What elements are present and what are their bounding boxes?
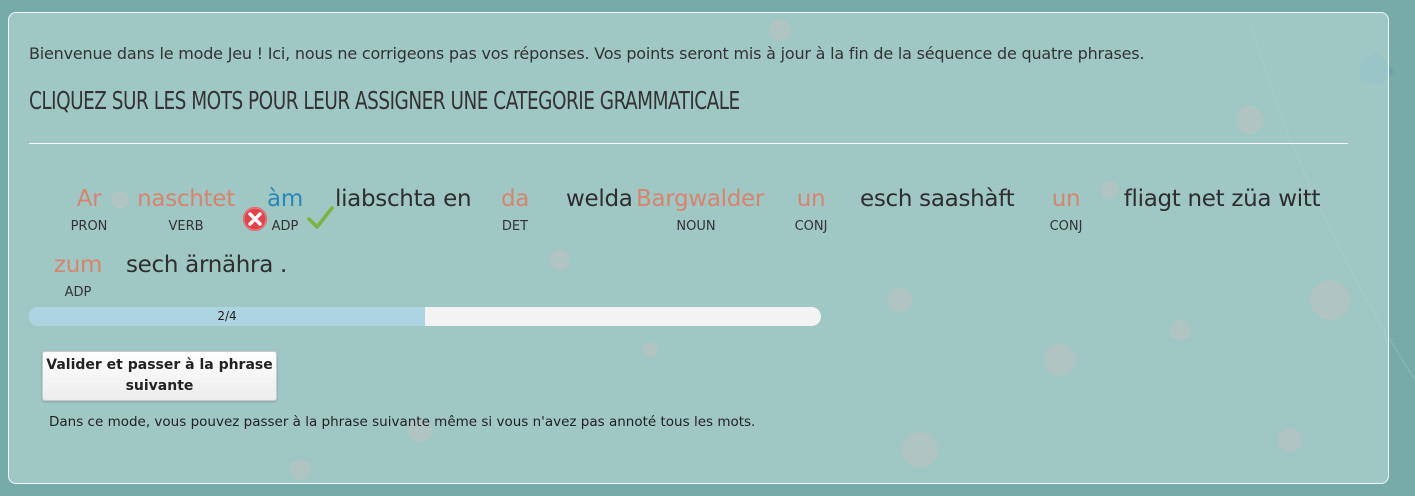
- word-text: un: [1051, 186, 1081, 212]
- word-text: esch saashàft: [860, 186, 1015, 212]
- word-token[interactable]: fliagt net züa witt: [1118, 185, 1326, 213]
- confirm-tag-icon[interactable]: [306, 204, 334, 232]
- remove-tag-icon[interactable]: [242, 206, 268, 232]
- word-text: fliagt net züa witt: [1123, 186, 1321, 212]
- word-token[interactable]: naschtet VERB: [133, 185, 239, 235]
- validate-button-label: Valider et passer à la phrase: [46, 357, 273, 373]
- word-token[interactable]: zum ADP: [50, 251, 106, 301]
- progress-bar: 2/4: [29, 307, 821, 326]
- progress-label: 2/4: [217, 309, 237, 323]
- word-text: liabschta en: [335, 186, 472, 212]
- word-text: Ar: [76, 186, 102, 212]
- word-token[interactable]: Ar PRON: [61, 185, 117, 235]
- word-category-label: NOUN: [676, 219, 716, 234]
- word-token[interactable]: welda: [566, 185, 633, 213]
- divider: [29, 143, 1348, 144]
- word-text: un: [796, 186, 826, 212]
- word-token[interactable]: sech ärnähra .: [126, 251, 288, 279]
- word-token[interactable]: Bargwalder NOUN: [636, 185, 765, 235]
- word-category-label: CONJ: [1049, 219, 1083, 234]
- word-token[interactable]: esch saashàft: [860, 185, 1015, 213]
- word-token[interactable]: un CONJ: [1041, 185, 1091, 235]
- validate-next-button[interactable]: Valider et passer à la phrase suivante: [42, 351, 277, 401]
- word-token[interactable]: liabschta en: [335, 185, 472, 213]
- word-text: naschtet: [137, 186, 235, 212]
- word-text: welda: [566, 186, 633, 212]
- word-category-label: ADP: [64, 285, 92, 300]
- word-category-label: DET: [501, 219, 529, 234]
- instruction-heading: CLIQUEZ SUR LES MOTS POUR LEUR ASSIGNER …: [29, 86, 740, 115]
- word-category-label: PRON: [70, 219, 108, 234]
- word-text: da: [500, 186, 530, 212]
- word-text: zum: [53, 252, 103, 278]
- word-text: sech ärnähra .: [126, 252, 288, 278]
- word-token[interactable]: da DET: [492, 185, 538, 235]
- word-category-label: VERB: [168, 219, 204, 234]
- intro-text: Bienvenue dans le mode Jeu ! Ici, nous n…: [29, 44, 1145, 63]
- word-token[interactable]: un CONJ: [786, 185, 836, 235]
- mode-note: Dans ce mode, vous pouvez passer à la ph…: [49, 414, 756, 430]
- word-text: Bargwalder: [636, 186, 765, 212]
- validate-button-label-line2: suivante: [125, 378, 194, 394]
- word-category-label: CONJ: [794, 219, 828, 234]
